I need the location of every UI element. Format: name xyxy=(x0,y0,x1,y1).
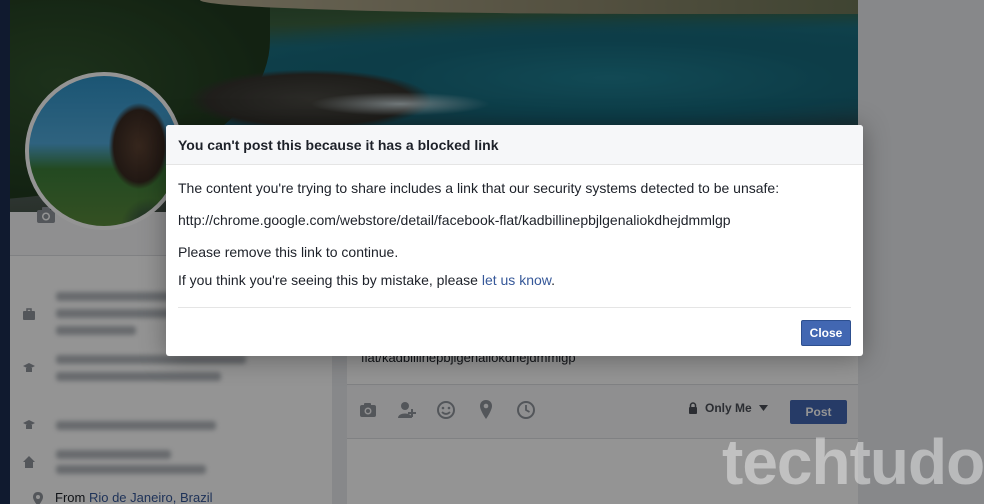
blocked-url: http://chrome.google.com/webstore/detail… xyxy=(178,212,731,228)
dialog-body: The content you're trying to share inclu… xyxy=(166,165,863,289)
let-us-know-link[interactable]: let us know xyxy=(482,272,551,288)
close-button[interactable]: Close xyxy=(801,320,851,346)
mistake-note: If you think you're seeing this by mista… xyxy=(178,272,555,288)
blocked-link-dialog: You can't post this because it has a blo… xyxy=(166,125,863,356)
remove-link-prompt: Please remove this link to continue. xyxy=(178,244,399,260)
dialog-message: The content you're trying to share inclu… xyxy=(178,180,780,196)
dialog-title: You can't post this because it has a blo… xyxy=(166,125,863,165)
watermark-logo: techtudo xyxy=(722,426,984,498)
dialog-footer: Close xyxy=(178,307,851,356)
